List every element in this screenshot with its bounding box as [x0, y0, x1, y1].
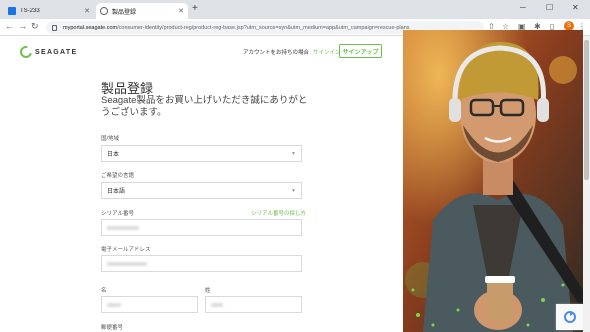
- forward-arrow-icon[interactable]: →: [18, 21, 27, 31]
- serial-help-link[interactable]: シリアル番号の探し方: [251, 209, 306, 217]
- firstname-label: 名: [101, 288, 107, 294]
- chevron-down-icon: ▼: [291, 151, 296, 157]
- close-tab-icon[interactable]: ✕: [84, 7, 90, 15]
- seagate-logo-icon: [17, 43, 35, 61]
- reload-icon[interactable]: ↻: [31, 21, 39, 32]
- tab-ts233[interactable]: TS-233 ✕: [4, 3, 94, 19]
- hero-photo-illustration: [403, 30, 583, 332]
- tab-bar: TS-233 ✕ 製品登録 ✕ + ─ ☐ ✕: [0, 0, 590, 19]
- seagate-logo[interactable]: SEAGATE: [17, 43, 77, 61]
- redacted-value: [107, 261, 147, 266]
- country-select[interactable]: 日本 ▼: [101, 145, 302, 162]
- site-favicon-icon: [100, 7, 108, 15]
- postal-label: 郵便番号: [101, 325, 124, 331]
- page-scrollbar-thumb[interactable]: [584, 40, 589, 180]
- country-label: 国/地域: [101, 136, 120, 142]
- firstname-input[interactable]: [101, 296, 198, 313]
- email-label: 電子メールアドレス: [101, 247, 151, 253]
- language-select[interactable]: 日本語 ▼: [101, 182, 302, 199]
- url-text: myportal.seagate.com/consumer-identity/p…: [63, 24, 410, 31]
- close-tab-icon[interactable]: ✕: [178, 7, 184, 15]
- chevron-down-icon: ▼: [291, 188, 296, 194]
- lastname-input[interactable]: [205, 296, 302, 313]
- signup-button[interactable]: サインアップ: [339, 44, 382, 58]
- hero-photo: [403, 30, 583, 332]
- redacted-value: [107, 302, 121, 307]
- tab-title: TS-233: [20, 8, 40, 14]
- serial-input[interactable]: [101, 219, 302, 236]
- email-field[interactable]: [101, 255, 302, 272]
- page-subtitle: Seagate製品をお買い上げいただき誠にありがとうございます。: [101, 95, 308, 118]
- close-window-button[interactable]: ✕: [572, 3, 579, 12]
- site-favicon-icon: [8, 7, 16, 15]
- recaptcha-badge[interactable]: [556, 304, 583, 330]
- signin-link[interactable]: サインイン: [313, 50, 341, 56]
- new-tab-button[interactable]: +: [192, 3, 198, 14]
- tab-product-registration[interactable]: 製品登録 ✕: [96, 3, 188, 19]
- recaptcha-icon: [563, 311, 576, 323]
- redacted-value: [107, 225, 139, 230]
- tab-title: 製品登録: [112, 9, 137, 16]
- redacted-value: [211, 302, 223, 307]
- minimize-button[interactable]: ─: [520, 3, 526, 12]
- maximize-button[interactable]: ☐: [546, 3, 553, 12]
- serial-label: シリアル番号: [101, 211, 134, 217]
- language-label: ご希望の言語: [101, 173, 135, 179]
- back-arrow-icon[interactable]: ←: [5, 21, 14, 31]
- lastname-label: 姓: [205, 288, 211, 294]
- lock-icon: [52, 24, 57, 31]
- account-prompt: アカウントをお持ちの場合 サインイン: [243, 50, 341, 56]
